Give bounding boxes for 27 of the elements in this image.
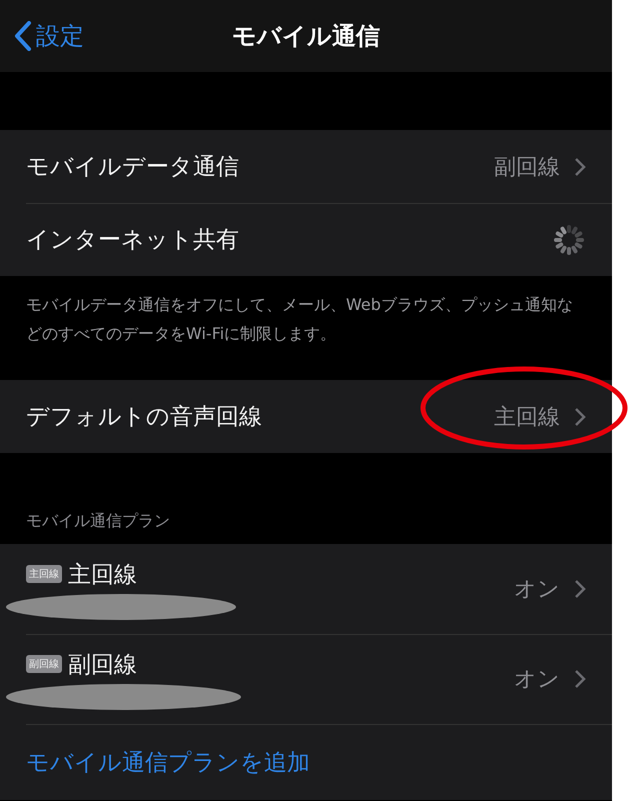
plan-status: オン — [514, 576, 560, 604]
section-header: モバイル通信プラン — [26, 511, 170, 532]
screen-title: モバイル通信 — [232, 21, 380, 52]
chevron-icon — [574, 406, 586, 426]
row-value: 主回線 — [494, 404, 560, 432]
line-badge: 副回線 — [26, 655, 62, 673]
plan-status: オン — [514, 666, 560, 694]
plan-row[interactable]: 主回線 主回線 オン — [0, 544, 612, 634]
chevron-icon — [574, 579, 586, 599]
plan-label: 主回線 — [68, 560, 138, 590]
settings-row[interactable]: モバイルデータ通信 副回線 — [0, 130, 612, 203]
plan-row[interactable]: 副回線 副回線 オン — [0, 634, 612, 724]
settings-row[interactable]: インターネット共有 — [0, 203, 612, 276]
row-label: インターネット共有 — [26, 226, 240, 255]
chevron-icon — [574, 669, 586, 689]
back-chevron-icon — [14, 21, 32, 51]
line-badge: 主回線 — [26, 565, 62, 583]
add-plan-link[interactable]: モバイル通信プランを追加 — [26, 746, 310, 778]
row-label: モバイルデータ通信 — [26, 153, 240, 182]
row-value: 副回線 — [494, 154, 560, 182]
settings-row[interactable]: デフォルトの音声回線 主回線 — [0, 380, 612, 453]
row-label: デフォルトの音声回線 — [26, 403, 263, 432]
footer-note: モバイルデータ通信をオフにして、メール、Webブラウズ、プッシュ通知などのすべてのデータをWi-Fiに制限します。 — [25, 294, 574, 345]
loading-spinner-icon — [552, 222, 586, 256]
chevron-icon — [574, 156, 586, 176]
back-button[interactable]: 設定 — [14, 20, 84, 52]
plan-label: 副回線 — [68, 650, 138, 680]
